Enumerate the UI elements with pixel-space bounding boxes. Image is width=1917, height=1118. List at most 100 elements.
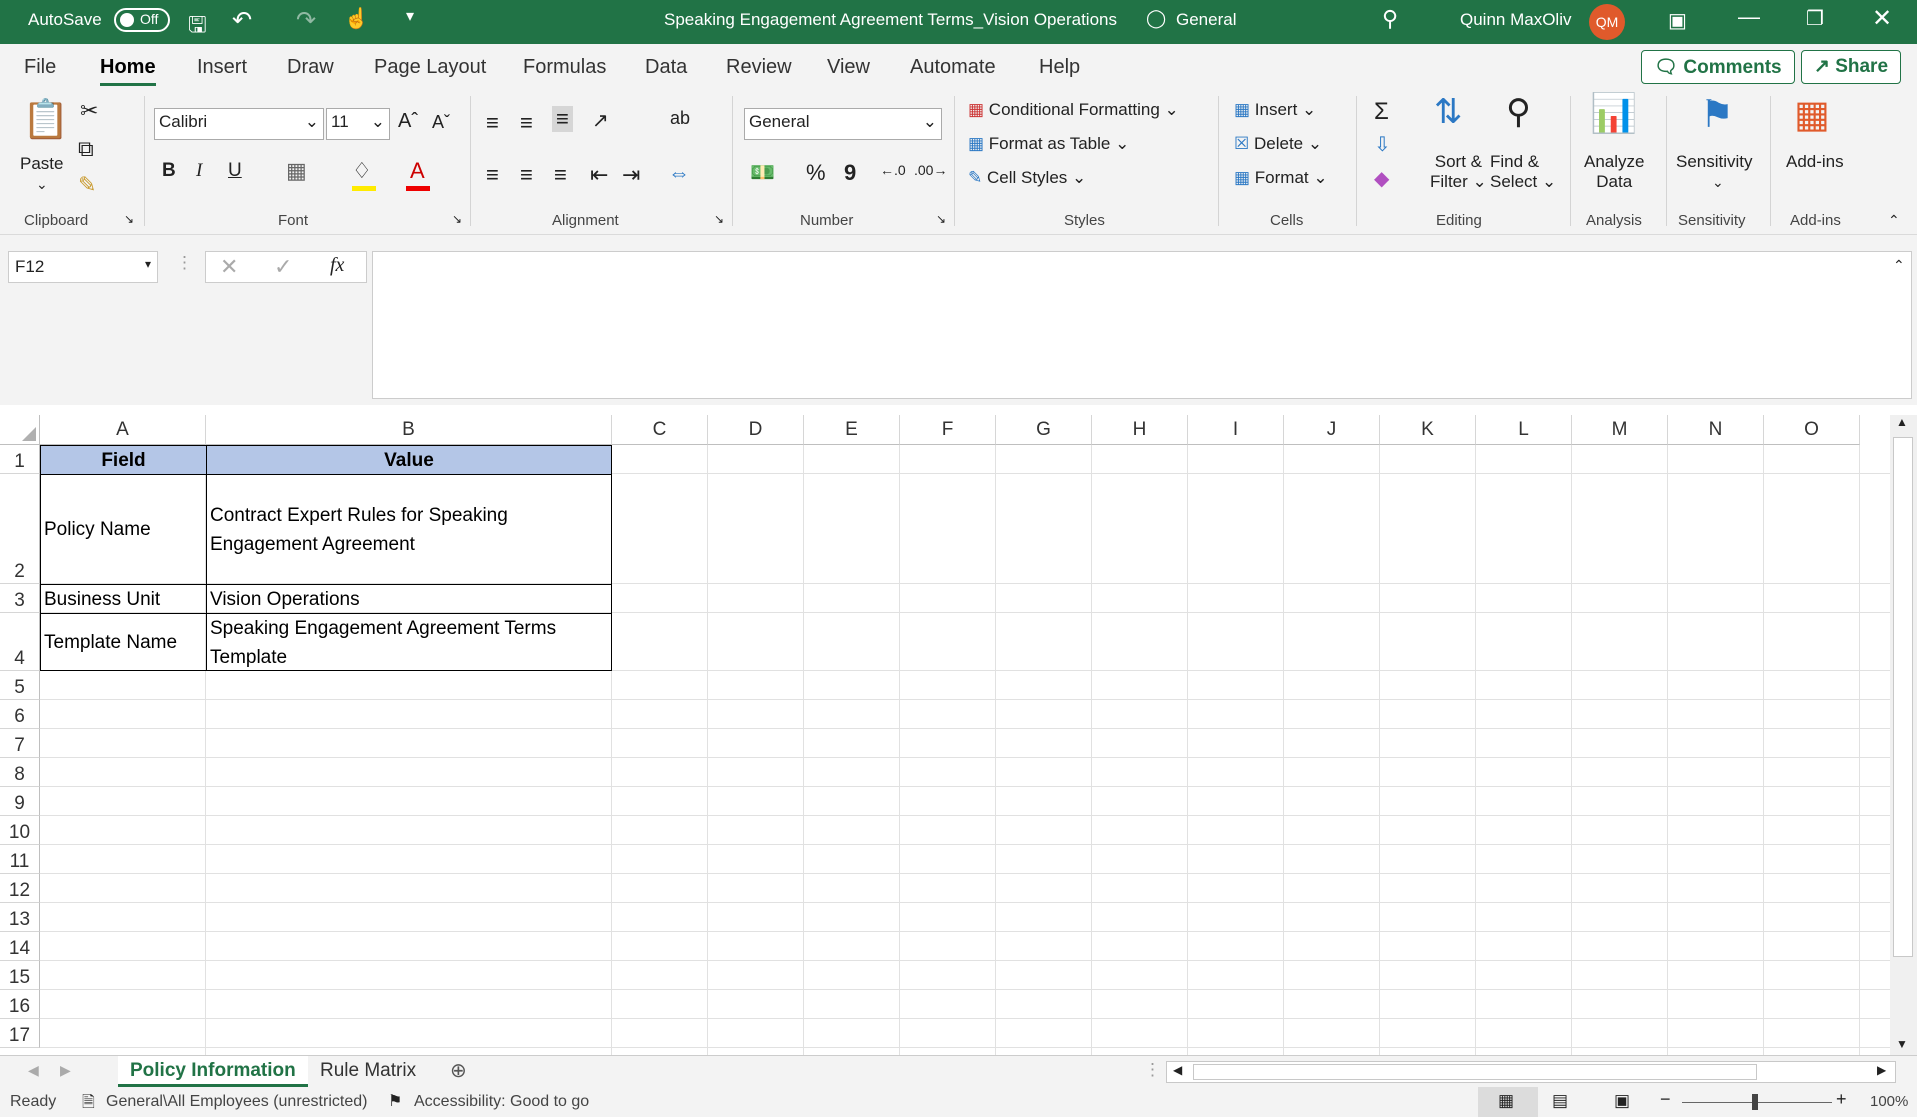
normal-view-button[interactable]: ▦ [1478, 1087, 1538, 1117]
search-icon[interactable]: ⚲ [1382, 6, 1398, 32]
enter-icon[interactable]: ✓ [274, 254, 292, 280]
decrease-decimal-icon[interactable]: .00→ [914, 162, 947, 178]
column-header[interactable]: E [804, 415, 900, 445]
save-icon[interactable]: 🖫 [188, 8, 207, 46]
share-button[interactable]: ↗ Share [1801, 50, 1902, 84]
merge-center-icon[interactable]: ⇔ [668, 160, 690, 186]
copy-icon[interactable]: ⧉ [78, 136, 94, 162]
zoom-slider-thumb[interactable] [1752, 1094, 1758, 1110]
new-sheet-icon[interactable]: ⊕ [450, 1058, 467, 1083]
column-header[interactable]: J [1284, 415, 1380, 445]
clear-icon[interactable]: ◆ [1374, 166, 1389, 191]
cut-icon[interactable]: ✂ [80, 98, 98, 124]
column-header[interactable]: N [1668, 415, 1764, 445]
row-header[interactable]: 3 [0, 584, 40, 613]
zoom-level[interactable]: 100% [1870, 1093, 1908, 1110]
select-all-corner[interactable] [0, 415, 40, 445]
chevron-down-icon[interactable]: ⌄ [36, 176, 48, 193]
row-header[interactable]: 6 [0, 700, 40, 729]
tab-data[interactable]: Data [645, 56, 687, 79]
status-accessibility[interactable]: Accessibility: Good to go [414, 1093, 589, 1111]
restore-icon[interactable]: ❐ [1806, 6, 1824, 31]
add-ins-button[interactable]: Add-ins [1786, 152, 1844, 172]
table-row-field[interactable]: Template Name [40, 613, 207, 671]
format-painter-icon[interactable]: ✎ [78, 172, 96, 198]
sheet-tab-rule-matrix[interactable]: Rule Matrix [320, 1060, 416, 1082]
format-cells-button[interactable]: ▦ Format ⌄ [1234, 168, 1328, 188]
redo-icon[interactable]: ↷ [296, 6, 316, 35]
customize-qat-icon[interactable]: ▾ [406, 6, 414, 26]
row-header[interactable]: 16 [0, 990, 40, 1019]
scroll-right-icon[interactable]: ▶ [1877, 1063, 1886, 1077]
font-name-select[interactable]: Calibri ⌄ [154, 108, 324, 140]
collapse-ribbon-icon[interactable]: ⌃ [1888, 212, 1900, 229]
formula-input[interactable] [372, 251, 1912, 399]
vertical-scrollbar[interactable]: ▲ ▼ [1890, 415, 1917, 1055]
column-header[interactable]: A [40, 415, 206, 445]
column-header[interactable]: L [1476, 415, 1572, 445]
minimize-icon[interactable]: — [1738, 4, 1760, 30]
row-header[interactable]: 15 [0, 961, 40, 990]
fill-color-icon[interactable]: ♢ [352, 158, 372, 184]
row-header[interactable]: 2 [0, 474, 40, 584]
autosave-toggle[interactable]: Off [114, 8, 170, 32]
wrap-text-icon[interactable]: ab [670, 108, 690, 129]
insert-cells-button[interactable]: ▦ Insert ⌄ [1234, 100, 1316, 120]
tab-file[interactable]: File [24, 56, 56, 79]
paste-label[interactable]: Paste [20, 154, 63, 174]
tab-page-layout[interactable]: Page Layout [374, 56, 486, 79]
row-header[interactable]: 7 [0, 729, 40, 758]
column-header[interactable]: F [900, 415, 996, 445]
align-top-icon[interactable]: ≡ [486, 110, 499, 136]
number-format-select[interactable]: General ⌄ [744, 108, 942, 140]
row-header[interactable]: 13 [0, 903, 40, 932]
decrease-indent-icon[interactable]: ⇤ [590, 162, 608, 188]
align-middle-icon[interactable]: ≡ [520, 110, 533, 136]
add-ins-icon[interactable]: ▦ [1794, 92, 1830, 137]
row-header[interactable]: 8 [0, 758, 40, 787]
font-size-select[interactable]: 11 ⌄ [326, 108, 390, 140]
sensitivity-icon[interactable]: ⚑ [1700, 92, 1734, 137]
horizontal-scrollbar[interactable]: ◀ ▶ [1166, 1061, 1896, 1083]
row-header[interactable]: 10 [0, 816, 40, 845]
close-icon[interactable]: ✕ [1872, 4, 1892, 33]
worksheet-grid[interactable]: ABCDEFGHIJKLMNO 1 2 3 4 5 6 7 8 9 10 11 12 13 14 15 16 1… [0, 405, 1917, 1055]
analyze-data-icon[interactable]: 📊 [1590, 92, 1637, 136]
decrease-font-icon[interactable]: Aˇ [432, 112, 450, 133]
header-value-cell[interactable]: Value [206, 445, 612, 475]
dialog-launcher-icon[interactable]: ↘ [714, 212, 724, 226]
find-select-button[interactable]: Find & Select ⌄ [1490, 152, 1556, 192]
analyze-data-button[interactable]: Analyze Data [1584, 152, 1644, 192]
zoom-out-icon[interactable]: − [1660, 1089, 1671, 1110]
page-break-view-icon[interactable]: ▣ [1614, 1091, 1630, 1111]
tab-home[interactable]: Home [100, 56, 156, 86]
fill-icon[interactable]: ⇩ [1374, 132, 1391, 157]
sensitivity-button[interactable]: Sensitivity [1676, 152, 1753, 172]
cell-styles-button[interactable]: ✎ Cell Styles ⌄ [968, 168, 1086, 188]
row-header[interactable]: 14 [0, 932, 40, 961]
tab-review[interactable]: Review [726, 56, 792, 79]
column-header[interactable]: K [1380, 415, 1476, 445]
font-color-icon[interactable]: A [410, 158, 425, 184]
column-header[interactable]: O [1764, 415, 1860, 445]
more-options-icon[interactable]: ⋮ [176, 253, 193, 273]
sort-filter-button[interactable]: Sort & Filter ⌄ [1430, 152, 1487, 192]
table-row-field[interactable]: Business Unit [40, 584, 207, 614]
underline-button[interactable]: U [228, 160, 242, 182]
collapse-formula-icon[interactable]: ⌃ [1893, 257, 1905, 274]
orientation-icon[interactable]: ↗ [592, 108, 609, 133]
bold-button[interactable]: B [162, 160, 176, 182]
dialog-launcher-icon[interactable]: ↘ [936, 212, 946, 226]
name-box[interactable]: F12 ▾ [8, 251, 158, 283]
ribbon-display-icon[interactable]: ▣ [1668, 8, 1687, 33]
row-header[interactable]: 4 [0, 613, 40, 671]
tab-draw[interactable]: Draw [287, 56, 334, 79]
column-header[interactable]: D [708, 415, 804, 445]
italic-button[interactable]: I [196, 160, 202, 182]
row-header[interactable]: 17 [0, 1019, 40, 1048]
conditional-formatting-button[interactable]: ▦ Conditional Formatting ⌄ [968, 100, 1179, 120]
table-row-field[interactable]: Policy Name [40, 474, 207, 585]
find-select-icon[interactable]: ⚲ [1506, 92, 1531, 132]
paste-icon[interactable]: 📋 [22, 98, 69, 142]
row-header[interactable]: 12 [0, 874, 40, 903]
